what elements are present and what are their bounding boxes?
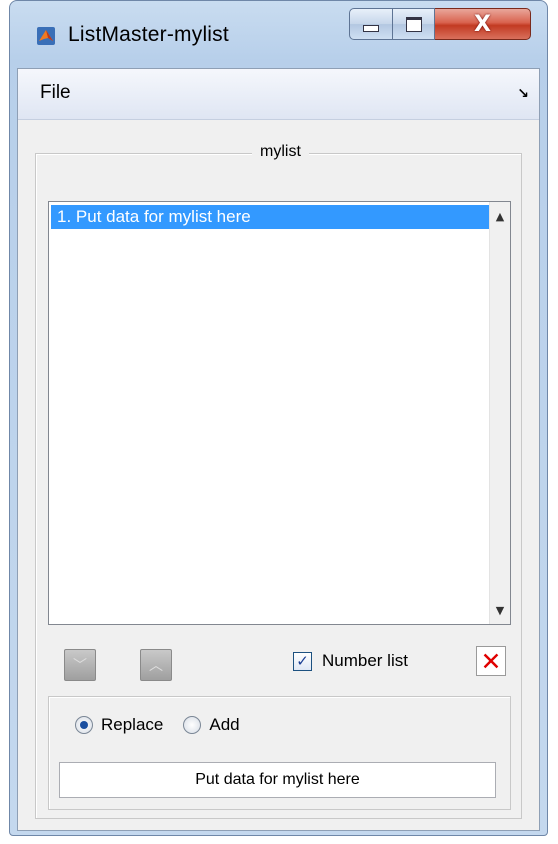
scroll-down-arrow-icon[interactable]: ▼ — [490, 600, 510, 620]
data-input-field[interactable] — [59, 762, 496, 798]
delete-button[interactable]: ✕ — [476, 646, 506, 676]
chevron-down-icon: ﹀ — [73, 658, 87, 674]
move-down-button[interactable]: ﹀ — [64, 649, 96, 681]
scroll-up-arrow-icon[interactable]: ▲ — [490, 206, 510, 226]
mode-radio-group: Replace Add — [75, 715, 240, 735]
maximize-button[interactable] — [393, 8, 435, 40]
checkmark-icon: ✓ — [296, 652, 309, 670]
replace-label[interactable]: Replace — [101, 715, 163, 735]
close-button[interactable]: X — [435, 8, 531, 40]
add-label[interactable]: Add — [209, 715, 239, 735]
matlab-logo-icon — [37, 27, 55, 45]
window-title: ListMaster-mylist — [68, 23, 229, 46]
add-radio[interactable] — [183, 716, 202, 734]
close-icon: X — [474, 11, 491, 37]
chevron-up-icon: ︿ — [149, 658, 163, 674]
list-box[interactable]: 1. Put data for mylist here ▲ ▼ — [48, 201, 511, 625]
toolbar-expand-icon[interactable]: ↘ — [517, 86, 529, 102]
number-list-checkbox[interactable]: ✓ — [293, 651, 312, 671]
minimize-icon — [363, 25, 379, 32]
menu-bar: File ↘ — [18, 69, 539, 120]
app-window: ListMaster-mylist X File ↘ mylist 1. Put… — [9, 0, 548, 836]
client-area: File ↘ mylist 1. Put data for mylist her… — [17, 68, 540, 831]
list-item[interactable]: 1. Put data for mylist here — [51, 205, 490, 229]
maximize-icon — [405, 16, 422, 32]
minimize-button[interactable] — [349, 8, 393, 40]
number-list-option: ✓ Number list — [293, 651, 408, 671]
panel-title: mylist — [252, 143, 309, 161]
list-panel: mylist 1. Put data for mylist here ▲ ▼ ﹀… — [35, 143, 522, 819]
vertical-scrollbar[interactable]: ▲ ▼ — [489, 202, 510, 624]
input-panel: Replace Add — [48, 696, 511, 810]
menu-file[interactable]: File — [40, 82, 71, 104]
title-bar[interactable]: ListMaster-mylist X — [10, 1, 547, 61]
red-x-delete-icon: ✕ — [480, 646, 502, 676]
radio-selected-dot — [80, 721, 88, 729]
move-up-button[interactable]: ︿ — [140, 649, 172, 681]
replace-radio[interactable] — [75, 716, 93, 734]
number-list-label[interactable]: Number list — [322, 651, 408, 671]
